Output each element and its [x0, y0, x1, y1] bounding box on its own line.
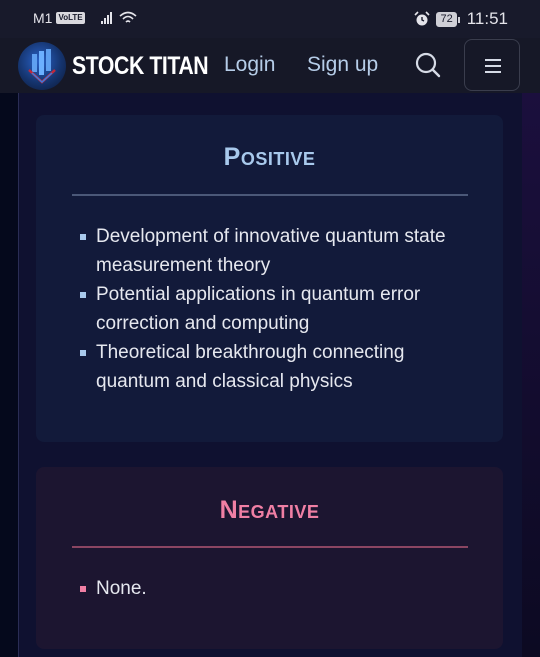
bullet-icon [80, 350, 86, 356]
stock-titan-logo-icon[interactable] [18, 42, 66, 90]
positive-title: Positive [223, 143, 316, 171]
list-item-text: Development of innovative quantum state … [96, 226, 446, 276]
bullet-icon [80, 292, 86, 298]
list-item-text: None. [96, 578, 147, 599]
wifi-icon [119, 11, 137, 23]
negative-title: Negative [219, 496, 320, 524]
positive-divider [72, 194, 468, 196]
positive-card: Positive Development of innovative quant… [36, 115, 503, 442]
page-edge [522, 93, 540, 657]
negative-list: None. [80, 574, 480, 603]
bullet-icon [80, 586, 86, 592]
negative-divider [72, 546, 468, 548]
signup-link[interactable]: Sign up [307, 53, 378, 77]
battery-icon: 72 [436, 11, 461, 27]
brand-name[interactable]: STOCK TITAN [72, 52, 209, 81]
positive-list: Development of innovative quantum state … [80, 222, 480, 396]
volte-icon: VoLTE [56, 12, 85, 24]
hamburger-menu-button[interactable] [464, 39, 520, 91]
carrier-label: M1 [33, 10, 53, 26]
status-bar: M1 VoLTE 72 11:51 [0, 0, 540, 38]
bullet-icon [80, 234, 86, 240]
list-item: Potential applications in quantum error … [80, 280, 480, 338]
search-icon[interactable] [414, 51, 442, 79]
list-item-text: Potential applications in quantum error … [96, 284, 421, 334]
negative-card: Negative None. [36, 467, 503, 649]
list-item-text: Theoretical breakthrough connecting quan… [96, 342, 405, 392]
clock: 11:51 [466, 9, 508, 28]
alarm-icon [414, 11, 431, 26]
login-link[interactable]: Login [224, 53, 275, 77]
signal-icon [100, 12, 112, 24]
navbar: STOCK TITAN Login Sign up [0, 38, 540, 93]
list-item: None. [80, 574, 480, 603]
list-item: Theoretical breakthrough connecting quan… [80, 338, 480, 396]
list-item: Development of innovative quantum state … [80, 222, 480, 280]
